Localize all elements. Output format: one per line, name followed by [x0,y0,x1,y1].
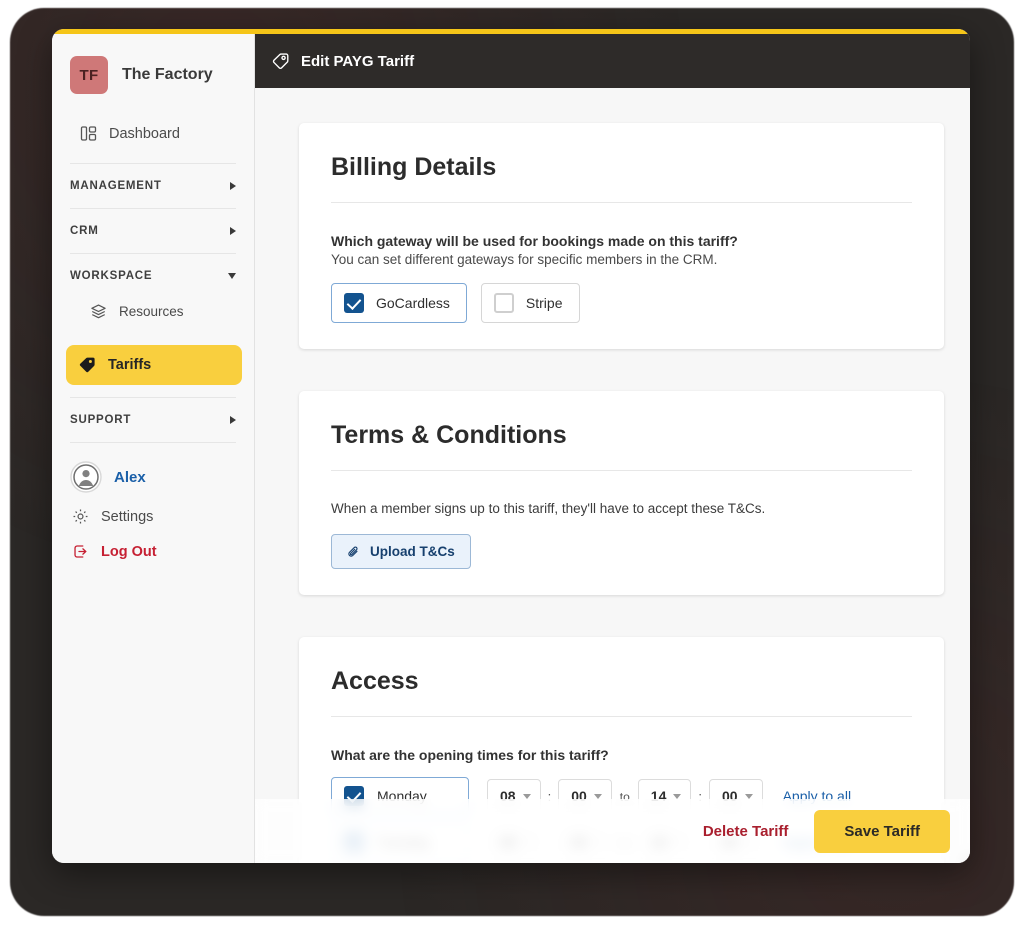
sidebar-user-name: Alex [114,468,146,486]
sidebar-group-support[interactable]: SUPPORT [66,410,240,430]
caret-right-icon [230,416,236,424]
logout-icon [72,543,89,560]
sidebar-group-label: SUPPORT [70,414,132,426]
sidebar-group-management[interactable]: MANAGEMENT [66,176,240,196]
action-bar: Delete Tariff Save Tariff [255,799,970,863]
sidebar-item-label: Tariffs [108,357,152,373]
gateway-question: Which gateway will be used for bookings … [331,233,738,249]
gateway-option-gocardless[interactable]: GoCardless [331,283,467,323]
brand-name: The Factory [122,66,213,83]
tag-icon [78,356,96,374]
sidebar-item-label: Log Out [101,543,157,560]
card-title: Billing Details [331,153,912,203]
brand[interactable]: TF The Factory [66,34,240,94]
checkbox-unchecked-icon[interactable] [493,293,514,313]
divider [70,163,236,164]
divider [70,442,236,443]
gateway-options: GoCardless Stripe [331,283,912,323]
divider [70,397,236,398]
main-content: Billing Details Which gateway will be us… [255,88,970,863]
sidebar-item-label: Dashboard [109,125,180,142]
avatar-icon [70,461,102,493]
sidebar: TF The Factory Dashboard MANAGEMENT CRM [52,34,255,863]
gateway-option-stripe[interactable]: Stripe [480,283,580,323]
sidebar-item-label: Resources [119,304,184,319]
billing-details-card: Billing Details Which gateway will be us… [299,123,944,349]
gateway-option-label: Stripe [525,295,563,311]
caret-right-icon [230,182,236,190]
page-title: Edit PAYG Tariff [301,52,415,70]
sidebar-item-resources[interactable]: Resources [78,294,240,329]
sidebar-user[interactable]: Alex [66,455,240,499]
sidebar-item-logout[interactable]: Log Out [66,534,240,569]
save-tariff-button[interactable]: Save Tariff [814,809,950,853]
accent-strip [52,29,970,34]
caret-right-icon [230,227,236,235]
sidebar-item-dashboard[interactable]: Dashboard [66,116,240,151]
caret-down-icon [228,273,236,279]
brand-initials-tile: TF [70,56,108,94]
sidebar-group-workspace[interactable]: WORKSPACE [66,266,240,286]
sidebar-item-settings[interactable]: Settings [66,499,240,534]
upload-tcs-button[interactable]: Upload T&Cs [331,534,471,569]
divider [70,253,236,254]
upload-tcs-label: Upload T&Cs [370,544,455,559]
page-header: Edit PAYG Tariff [255,34,970,88]
terms-description: When a member signs up to this tariff, t… [331,501,766,516]
sidebar-item-label: Settings [101,508,154,525]
gateway-option-label: GoCardless [376,295,450,311]
sidebar-group-label: CRM [70,225,99,237]
chevron-down-icon [522,793,531,799]
layers-icon [90,303,107,320]
divider [70,208,236,209]
chevron-down-icon [744,793,753,799]
dashboard-icon [80,125,97,142]
sidebar-group-label: WORKSPACE [70,270,153,282]
chevron-down-icon [593,793,602,799]
app-window: TF The Factory Dashboard MANAGEMENT CRM [52,29,970,863]
gateway-hint: You can set different gateways for speci… [331,252,718,267]
chevron-down-icon [673,793,682,799]
paperclip-icon [347,545,361,559]
tag-icon [271,52,290,71]
checkbox-checked-icon[interactable] [344,293,364,313]
opening-times-question: What are the opening times for this tari… [331,747,609,763]
sidebar-item-tariffs[interactable]: Tariffs [66,345,242,385]
sidebar-group-crm[interactable]: CRM [66,221,240,241]
sidebar-group-label: MANAGEMENT [70,180,162,192]
card-title: Terms & Conditions [331,421,912,471]
gear-icon [72,508,89,525]
terms-conditions-card: Terms & Conditions When a member signs u… [299,391,944,595]
delete-tariff-button[interactable]: Delete Tariff [703,823,789,840]
card-title: Access [331,667,912,717]
